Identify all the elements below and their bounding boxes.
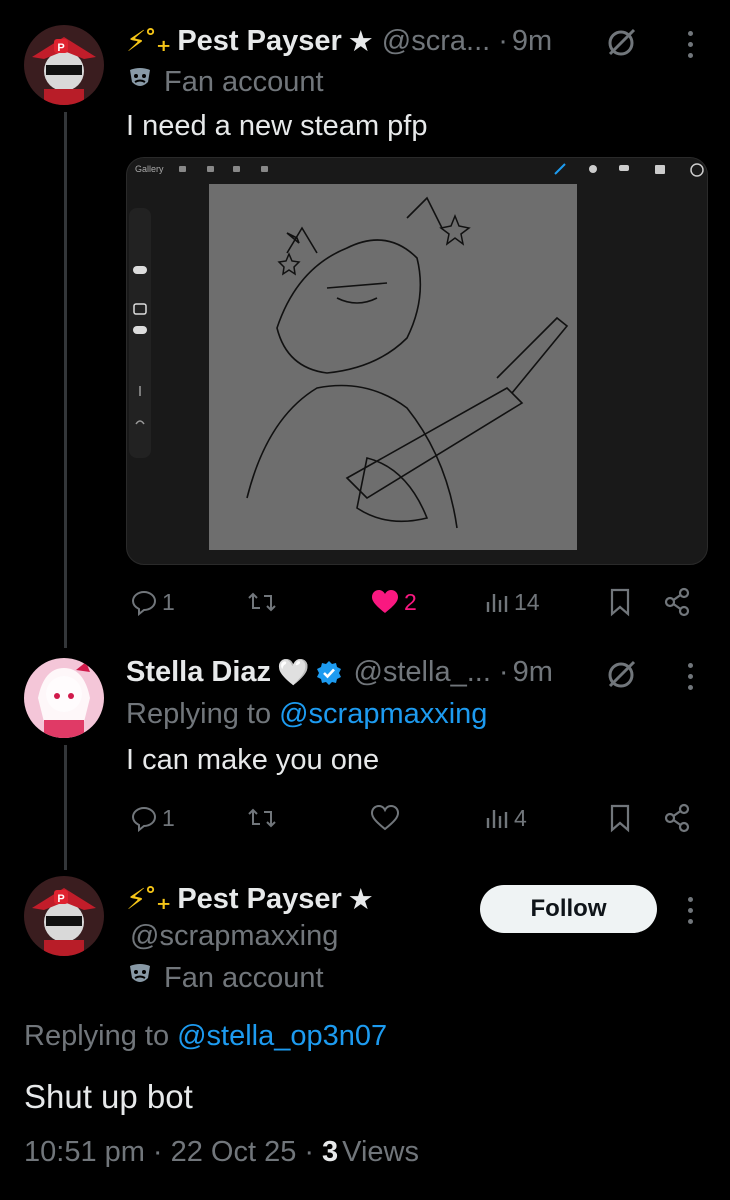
- analytics-icon: [486, 810, 508, 828]
- timestamp[interactable]: 9m: [513, 656, 553, 689]
- account-badge: Fan account: [126, 960, 324, 996]
- more-options-icon[interactable]: [680, 26, 700, 62]
- post-time[interactable]: 10:51 pm: [24, 1136, 145, 1169]
- post-image[interactable]: Gallery: [126, 157, 708, 565]
- time-separator: ·: [498, 656, 509, 688]
- views-button[interactable]: 14: [484, 584, 540, 620]
- replying-handle-link[interactable]: @scrapmaxxing: [279, 698, 487, 731]
- badge-label: Fan account: [164, 65, 324, 98]
- bookmark-icon: [610, 588, 630, 617]
- meta-separator: ·: [152, 1136, 163, 1168]
- drawing-app-toolbar: [129, 163, 704, 550]
- post-footer-meta: 10:51 pm · 22 Oct 25 · 3 Views: [24, 1136, 419, 1169]
- like-button[interactable]: 2: [370, 584, 417, 620]
- display-name-prefix: ⚡˚₊: [126, 884, 172, 916]
- white-heart-icon: 🤍: [277, 657, 310, 687]
- display-name-prefix: ⚡˚₊: [126, 26, 172, 58]
- views-count[interactable]: 3: [322, 1136, 338, 1169]
- post-header: ⚡˚₊ Pest Payser ★: [126, 882, 374, 917]
- badge-label: Fan account: [164, 961, 324, 994]
- thread-line: [64, 745, 67, 870]
- account-badge: Fan account: [126, 64, 324, 100]
- theater-mask-icon: [126, 64, 154, 100]
- avatar[interactable]: [24, 658, 104, 738]
- reply-button[interactable]: 1: [130, 800, 175, 836]
- meta-separator: ·: [304, 1136, 315, 1168]
- heart-filled-icon: [372, 590, 398, 613]
- more-options-icon[interactable]: [680, 658, 700, 694]
- replying-to: Replying to @stella_op3n07: [24, 1020, 387, 1053]
- follow-button[interactable]: Follow: [480, 885, 657, 933]
- views-count: 14: [514, 588, 540, 615]
- post-text: Shut up bot: [24, 1078, 193, 1115]
- replying-to: Replying to @scrapmaxxing: [126, 698, 487, 731]
- repost-button[interactable]: [246, 800, 278, 836]
- post-header: Stella Diaz 🤍 @stella_... · 9m: [126, 656, 553, 689]
- repost-icon: [248, 808, 276, 828]
- display-name[interactable]: Pest Payser: [177, 883, 341, 916]
- display-name[interactable]: Pest Payser: [177, 25, 341, 58]
- post-actions: 1 4: [126, 800, 696, 836]
- grok-icon[interactable]: [604, 26, 638, 65]
- like-button[interactable]: [370, 800, 404, 836]
- repost-icon: [248, 592, 276, 612]
- repost-button[interactable]: [246, 584, 278, 620]
- reply-icon: [131, 806, 157, 832]
- post-text: I need a new steam pfp: [126, 110, 428, 142]
- share-icon: [664, 803, 690, 833]
- reply-count: 1: [162, 804, 175, 831]
- replying-prefix: Replying to: [24, 1020, 170, 1052]
- share-button[interactable]: [662, 584, 692, 620]
- avatar[interactable]: P: [24, 25, 104, 105]
- replying-handle-link[interactable]: @stella_op3n07: [177, 1020, 387, 1053]
- theater-mask-icon: [126, 960, 154, 996]
- bookmark-button[interactable]: [608, 584, 632, 620]
- bookmark-button[interactable]: [608, 800, 632, 836]
- post-actions: 1 2 14: [126, 584, 696, 620]
- bookmark-icon: [610, 804, 630, 833]
- views-count: 4: [514, 804, 527, 831]
- star-icon: ★: [347, 26, 374, 58]
- share-icon: [664, 587, 690, 617]
- timestamp[interactable]: 9m: [512, 25, 552, 58]
- reply-icon: [131, 590, 157, 616]
- svg-text:P: P: [57, 893, 64, 905]
- reply-button[interactable]: 1: [130, 584, 175, 620]
- post-header: ⚡˚₊ Pest Payser ★ @scra... · 9m: [126, 24, 552, 59]
- handle[interactable]: @stella_...: [353, 656, 490, 689]
- heart-icon: [370, 804, 400, 831]
- avatar[interactable]: P: [24, 876, 104, 956]
- star-icon: ★: [347, 884, 374, 916]
- display-name[interactable]: Stella Diaz: [126, 656, 271, 689]
- handle[interactable]: @scra...: [382, 25, 490, 58]
- views-label: Views: [342, 1136, 419, 1168]
- like-count: 2: [404, 588, 417, 615]
- time-separator: ·: [498, 25, 508, 57]
- post-date[interactable]: 22 Oct 25: [171, 1136, 297, 1169]
- post-text: I can make you one: [126, 744, 380, 776]
- reply-count: 1: [162, 588, 175, 615]
- svg-text:P: P: [57, 42, 64, 54]
- share-button[interactable]: [662, 800, 692, 836]
- thread-line: [64, 112, 67, 648]
- analytics-icon: [486, 594, 508, 612]
- grok-icon[interactable]: [604, 658, 638, 697]
- handle[interactable]: @scrapmaxxing: [130, 920, 338, 953]
- verified-badge-icon: [315, 659, 343, 687]
- views-button[interactable]: 4: [484, 800, 527, 836]
- replying-prefix: Replying to: [126, 698, 272, 730]
- more-options-icon[interactable]: [680, 892, 700, 928]
